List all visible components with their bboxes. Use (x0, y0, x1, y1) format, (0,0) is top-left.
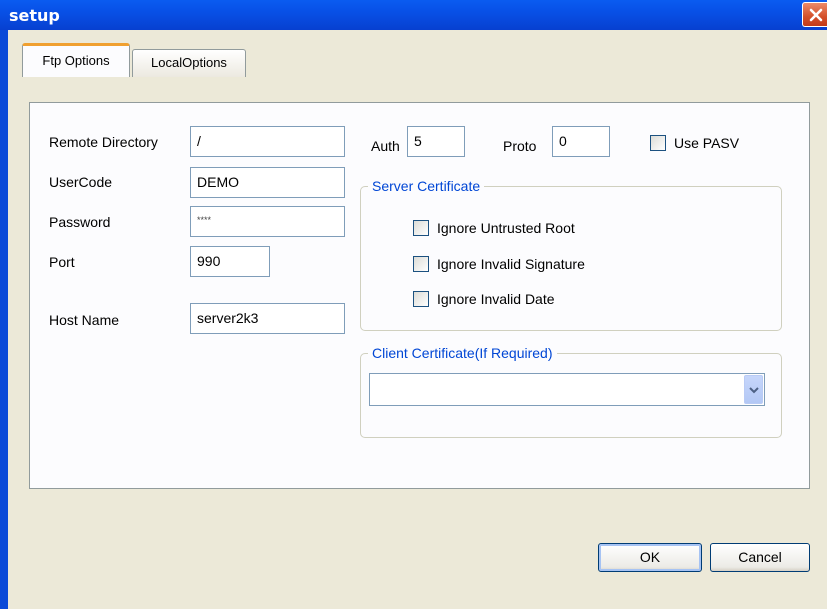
auth-label: Auth (371, 138, 400, 154)
ignore-untrusted-root-checkbox[interactable] (413, 220, 429, 236)
use-pasv-checkbox[interactable] (650, 135, 666, 151)
port-input[interactable]: 990 (190, 246, 270, 277)
setup-window: setup Ftp Options LocalOptions Remote Di… (0, 0, 827, 609)
client-certificate-select[interactable] (369, 373, 765, 406)
usercode-input[interactable]: DEMO (190, 167, 345, 198)
cancel-button[interactable]: Cancel (710, 543, 810, 572)
window-title: setup (9, 6, 60, 25)
auth-input[interactable]: 5 (407, 126, 465, 157)
proto-input[interactable]: 0 (552, 126, 610, 157)
chevron-down-icon (749, 387, 759, 394)
ignore-untrusted-root-label: Ignore Untrusted Root (437, 220, 575, 236)
remote-directory-label: Remote Directory (49, 134, 158, 150)
remote-directory-input[interactable]: / (190, 126, 345, 157)
close-icon (809, 8, 823, 22)
client-certificate-title: Client Certificate(If Required) (368, 345, 557, 361)
close-button[interactable] (802, 2, 827, 27)
server-certificate-title: Server Certificate (368, 178, 485, 194)
usercode-label: UserCode (49, 174, 113, 190)
password-label: Password (49, 214, 111, 230)
host-name-label: Host Name (49, 312, 120, 328)
ignore-invalid-date-checkbox[interactable] (413, 291, 429, 307)
ignore-invalid-signature-label: Ignore Invalid Signature (437, 256, 585, 272)
ignore-invalid-signature-checkbox[interactable] (413, 256, 429, 272)
host-name-input[interactable]: server2k3 (190, 303, 345, 334)
use-pasv-label: Use PASV (674, 135, 740, 151)
title-bar[interactable]: setup (0, 0, 827, 30)
tab-local-options[interactable]: LocalOptions (132, 49, 246, 77)
password-input[interactable]: **** (190, 206, 345, 237)
dropdown-button[interactable] (744, 375, 763, 404)
port-label: Port (49, 254, 75, 270)
ignore-invalid-date-label: Ignore Invalid Date (437, 291, 555, 307)
ok-button[interactable]: OK (598, 543, 702, 572)
proto-label: Proto (503, 138, 537, 154)
tab-ftp-options[interactable]: Ftp Options (22, 43, 130, 77)
